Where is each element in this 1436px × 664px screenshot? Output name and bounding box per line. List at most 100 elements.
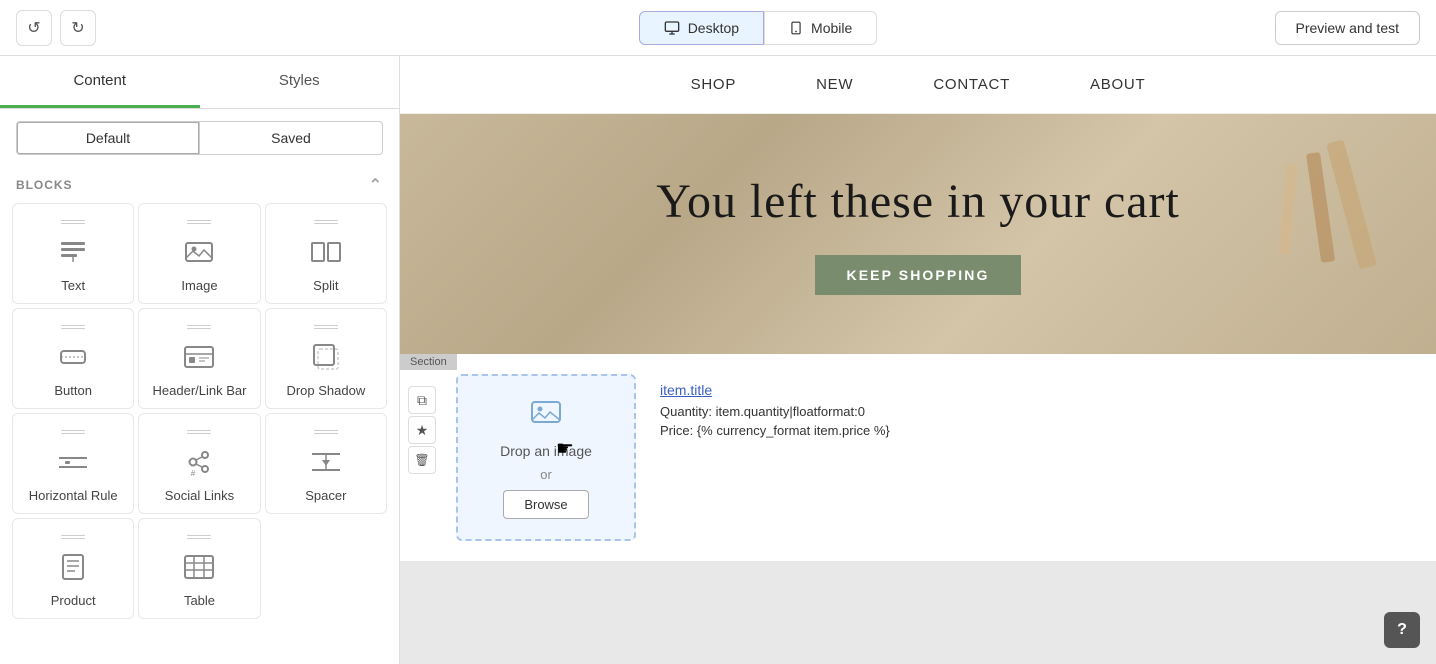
- social-links-block-icon: #: [181, 444, 217, 480]
- image-drop-zone[interactable]: Drop an image or Browse: [456, 374, 636, 541]
- item-title: item.title: [660, 382, 1416, 398]
- sidebar: Content Styles Default Saved BLOCKS ⌃: [0, 56, 400, 664]
- split-block-icon: [308, 234, 344, 270]
- block-table[interactable]: Table: [138, 518, 260, 619]
- redo-icon: ↻: [71, 18, 84, 38]
- delete-icon: 🗑: [414, 453, 429, 467]
- block-table-label: Table: [184, 593, 215, 608]
- block-product-label: Product: [51, 593, 96, 608]
- content-section: Section ⧉ ★ 🗑: [400, 354, 1436, 561]
- block-header-link-bar[interactable]: Header/Link Bar: [138, 308, 260, 409]
- help-icon: ?: [1397, 621, 1407, 639]
- section-content: Drop an image or Browse item.title Quant…: [400, 354, 1436, 561]
- drag-handle: [187, 325, 211, 329]
- drag-handle: [187, 220, 211, 224]
- desktop-icon: [664, 20, 680, 36]
- default-button[interactable]: Default: [16, 121, 200, 155]
- block-social-links-label: Social Links: [165, 488, 234, 503]
- device-switcher: Desktop Mobile: [639, 11, 878, 45]
- block-spacer[interactable]: Spacer: [265, 413, 387, 514]
- nav-item-new[interactable]: NEW: [816, 76, 853, 93]
- mobile-button[interactable]: Mobile: [764, 11, 877, 45]
- preview-button[interactable]: Preview and test: [1275, 11, 1421, 45]
- mobile-icon: [789, 20, 803, 36]
- table-block-icon: [181, 549, 217, 585]
- text-block-icon: T: [55, 234, 91, 270]
- drag-handle: [187, 430, 211, 434]
- hero-cta-button[interactable]: KEEP SHOPPING: [815, 255, 1022, 295]
- drag-handle: [61, 430, 85, 434]
- tab-content[interactable]: Content: [0, 56, 200, 108]
- section-action-buttons: ⧉ ★ 🗑: [400, 378, 444, 482]
- block-horizontal-rule-label: Horizontal Rule: [29, 488, 118, 503]
- or-text: or: [540, 467, 552, 482]
- toolbar-undo-redo: ↺ ↻: [16, 10, 96, 46]
- star-icon: ★: [416, 422, 429, 439]
- block-button[interactable]: Button: [12, 308, 134, 409]
- item-price: Price: {% currency_format item.price %}: [660, 423, 1416, 438]
- hero-content: You left these in your cart KEEP SHOPPIN…: [400, 133, 1436, 335]
- block-header-link-bar-label: Header/Link Bar: [153, 383, 247, 398]
- drag-handle: [314, 430, 338, 434]
- svg-text:T: T: [70, 254, 76, 265]
- canvas-inner: SHOP NEW CONTACT ABOUT You left these in…: [400, 56, 1436, 664]
- drag-handle: [61, 325, 85, 329]
- blocks-grid: T Text Image: [0, 199, 399, 631]
- block-image[interactable]: Image: [138, 203, 260, 304]
- section-copy-button[interactable]: ⧉: [408, 386, 436, 414]
- block-social-links[interactable]: # Social Links: [138, 413, 260, 514]
- header-link-bar-block-icon: [181, 339, 217, 375]
- block-button-label: Button: [54, 383, 92, 398]
- preview-label: Preview and test: [1296, 20, 1400, 36]
- canvas-area: SHOP NEW CONTACT ABOUT You left these in…: [400, 56, 1436, 664]
- section-delete-button[interactable]: 🗑: [408, 446, 436, 474]
- block-spacer-label: Spacer: [305, 488, 346, 503]
- undo-icon: ↺: [27, 18, 40, 38]
- section-favorite-button[interactable]: ★: [408, 416, 436, 444]
- block-split-label: Split: [313, 278, 338, 293]
- block-drop-shadow[interactable]: Drop Shadow: [265, 308, 387, 409]
- state-buttons: Default Saved: [0, 109, 399, 167]
- drop-zone-icon: [530, 396, 562, 435]
- desktop-button[interactable]: Desktop: [639, 11, 764, 45]
- preview-navbar: SHOP NEW CONTACT ABOUT: [400, 56, 1436, 114]
- nav-item-shop[interactable]: SHOP: [691, 76, 737, 93]
- svg-text:#: #: [191, 469, 196, 478]
- hero-section: You left these in your cart KEEP SHOPPIN…: [400, 114, 1436, 354]
- image-block-icon: [181, 234, 217, 270]
- nav-item-contact[interactable]: CONTACT: [933, 76, 1010, 93]
- block-text[interactable]: T Text: [12, 203, 134, 304]
- drag-handle: [314, 325, 338, 329]
- tab-styles[interactable]: Styles: [200, 56, 400, 108]
- block-text-label: Text: [61, 278, 85, 293]
- item-quantity: Quantity: item.quantity|floatformat:0: [660, 404, 1416, 419]
- block-horizontal-rule[interactable]: Horizontal Rule: [12, 413, 134, 514]
- browse-button[interactable]: Browse: [503, 490, 588, 519]
- nav-item-about[interactable]: ABOUT: [1090, 76, 1145, 93]
- product-block-icon: [55, 549, 91, 585]
- blocks-collapse-icon[interactable]: ⌃: [369, 175, 383, 195]
- block-drop-shadow-label: Drop Shadow: [286, 383, 365, 398]
- help-button[interactable]: ?: [1384, 612, 1420, 648]
- item-details: item.title Quantity: item.quantity|float…: [660, 374, 1416, 446]
- saved-button[interactable]: Saved: [200, 121, 383, 155]
- spacer-block-icon: [308, 444, 344, 480]
- drop-image-text: Drop an image: [500, 443, 592, 459]
- undo-button[interactable]: ↺: [16, 10, 52, 46]
- block-product[interactable]: Product: [12, 518, 134, 619]
- mobile-label: Mobile: [811, 20, 852, 36]
- sidebar-tabs: Content Styles: [0, 56, 399, 109]
- hero-title: You left these in your cart: [460, 173, 1376, 231]
- drag-handle: [314, 220, 338, 224]
- drag-handle: [187, 535, 211, 539]
- drag-handle: [61, 535, 85, 539]
- copy-icon: ⧉: [417, 392, 427, 409]
- block-split[interactable]: Split: [265, 203, 387, 304]
- redo-button[interactable]: ↻: [60, 10, 96, 46]
- horizontal-rule-block-icon: [55, 444, 91, 480]
- section-badge: Section: [400, 354, 457, 370]
- drop-shadow-block-icon: [308, 339, 344, 375]
- blocks-header: BLOCKS ⌃: [0, 167, 399, 199]
- toolbar: ↺ ↻ Desktop Mobile Preview and test: [0, 0, 1436, 56]
- block-image-label: Image: [181, 278, 217, 293]
